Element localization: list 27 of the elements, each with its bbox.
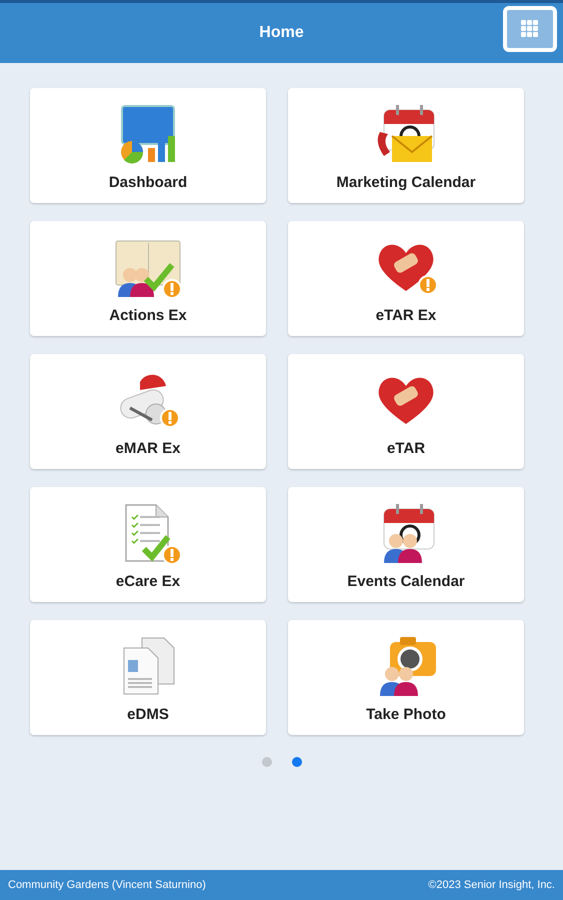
- app-tile[interactable]: Take Photo: [288, 620, 524, 735]
- app-tile[interactable]: eTAR: [288, 354, 524, 469]
- page-dot[interactable]: [262, 757, 272, 767]
- app-tile[interactable]: eTAR Ex: [288, 221, 524, 336]
- app-tile[interactable]: Marketing Calendar: [288, 88, 524, 203]
- tile-label: eDMS: [127, 706, 169, 723]
- tile-label: eTAR: [386, 440, 426, 457]
- grid-icon: [521, 20, 539, 38]
- facility-user: Community Gardens (Vincent Saturnino): [8, 879, 206, 891]
- tile-label: eCare Ex: [116, 573, 180, 590]
- tile-label: Events Calendar: [347, 573, 465, 590]
- app-tile[interactable]: eDMS: [30, 620, 266, 735]
- tile-label: eTAR Ex: [376, 307, 436, 324]
- menu-button[interactable]: [503, 6, 557, 52]
- page-dot[interactable]: [292, 757, 302, 767]
- app-tile[interactable]: Events Calendar: [288, 487, 524, 602]
- tile-label: Dashboard: [108, 174, 188, 191]
- copyright: ©2023 Senior Insight, Inc.: [428, 879, 555, 891]
- app-tile[interactable]: eMAR Ex: [30, 354, 266, 469]
- tile-label: eMAR Ex: [115, 440, 181, 457]
- tile-label: Actions Ex: [109, 307, 187, 324]
- app-tile[interactable]: Actions Ex: [30, 221, 266, 336]
- app-tile[interactable]: eCare Ex: [30, 487, 266, 602]
- app-tile[interactable]: Dashboard: [30, 88, 266, 203]
- tile-label: Marketing Calendar: [336, 174, 476, 191]
- page-title: Home: [259, 24, 304, 42]
- tile-label: Take Photo: [366, 706, 446, 723]
